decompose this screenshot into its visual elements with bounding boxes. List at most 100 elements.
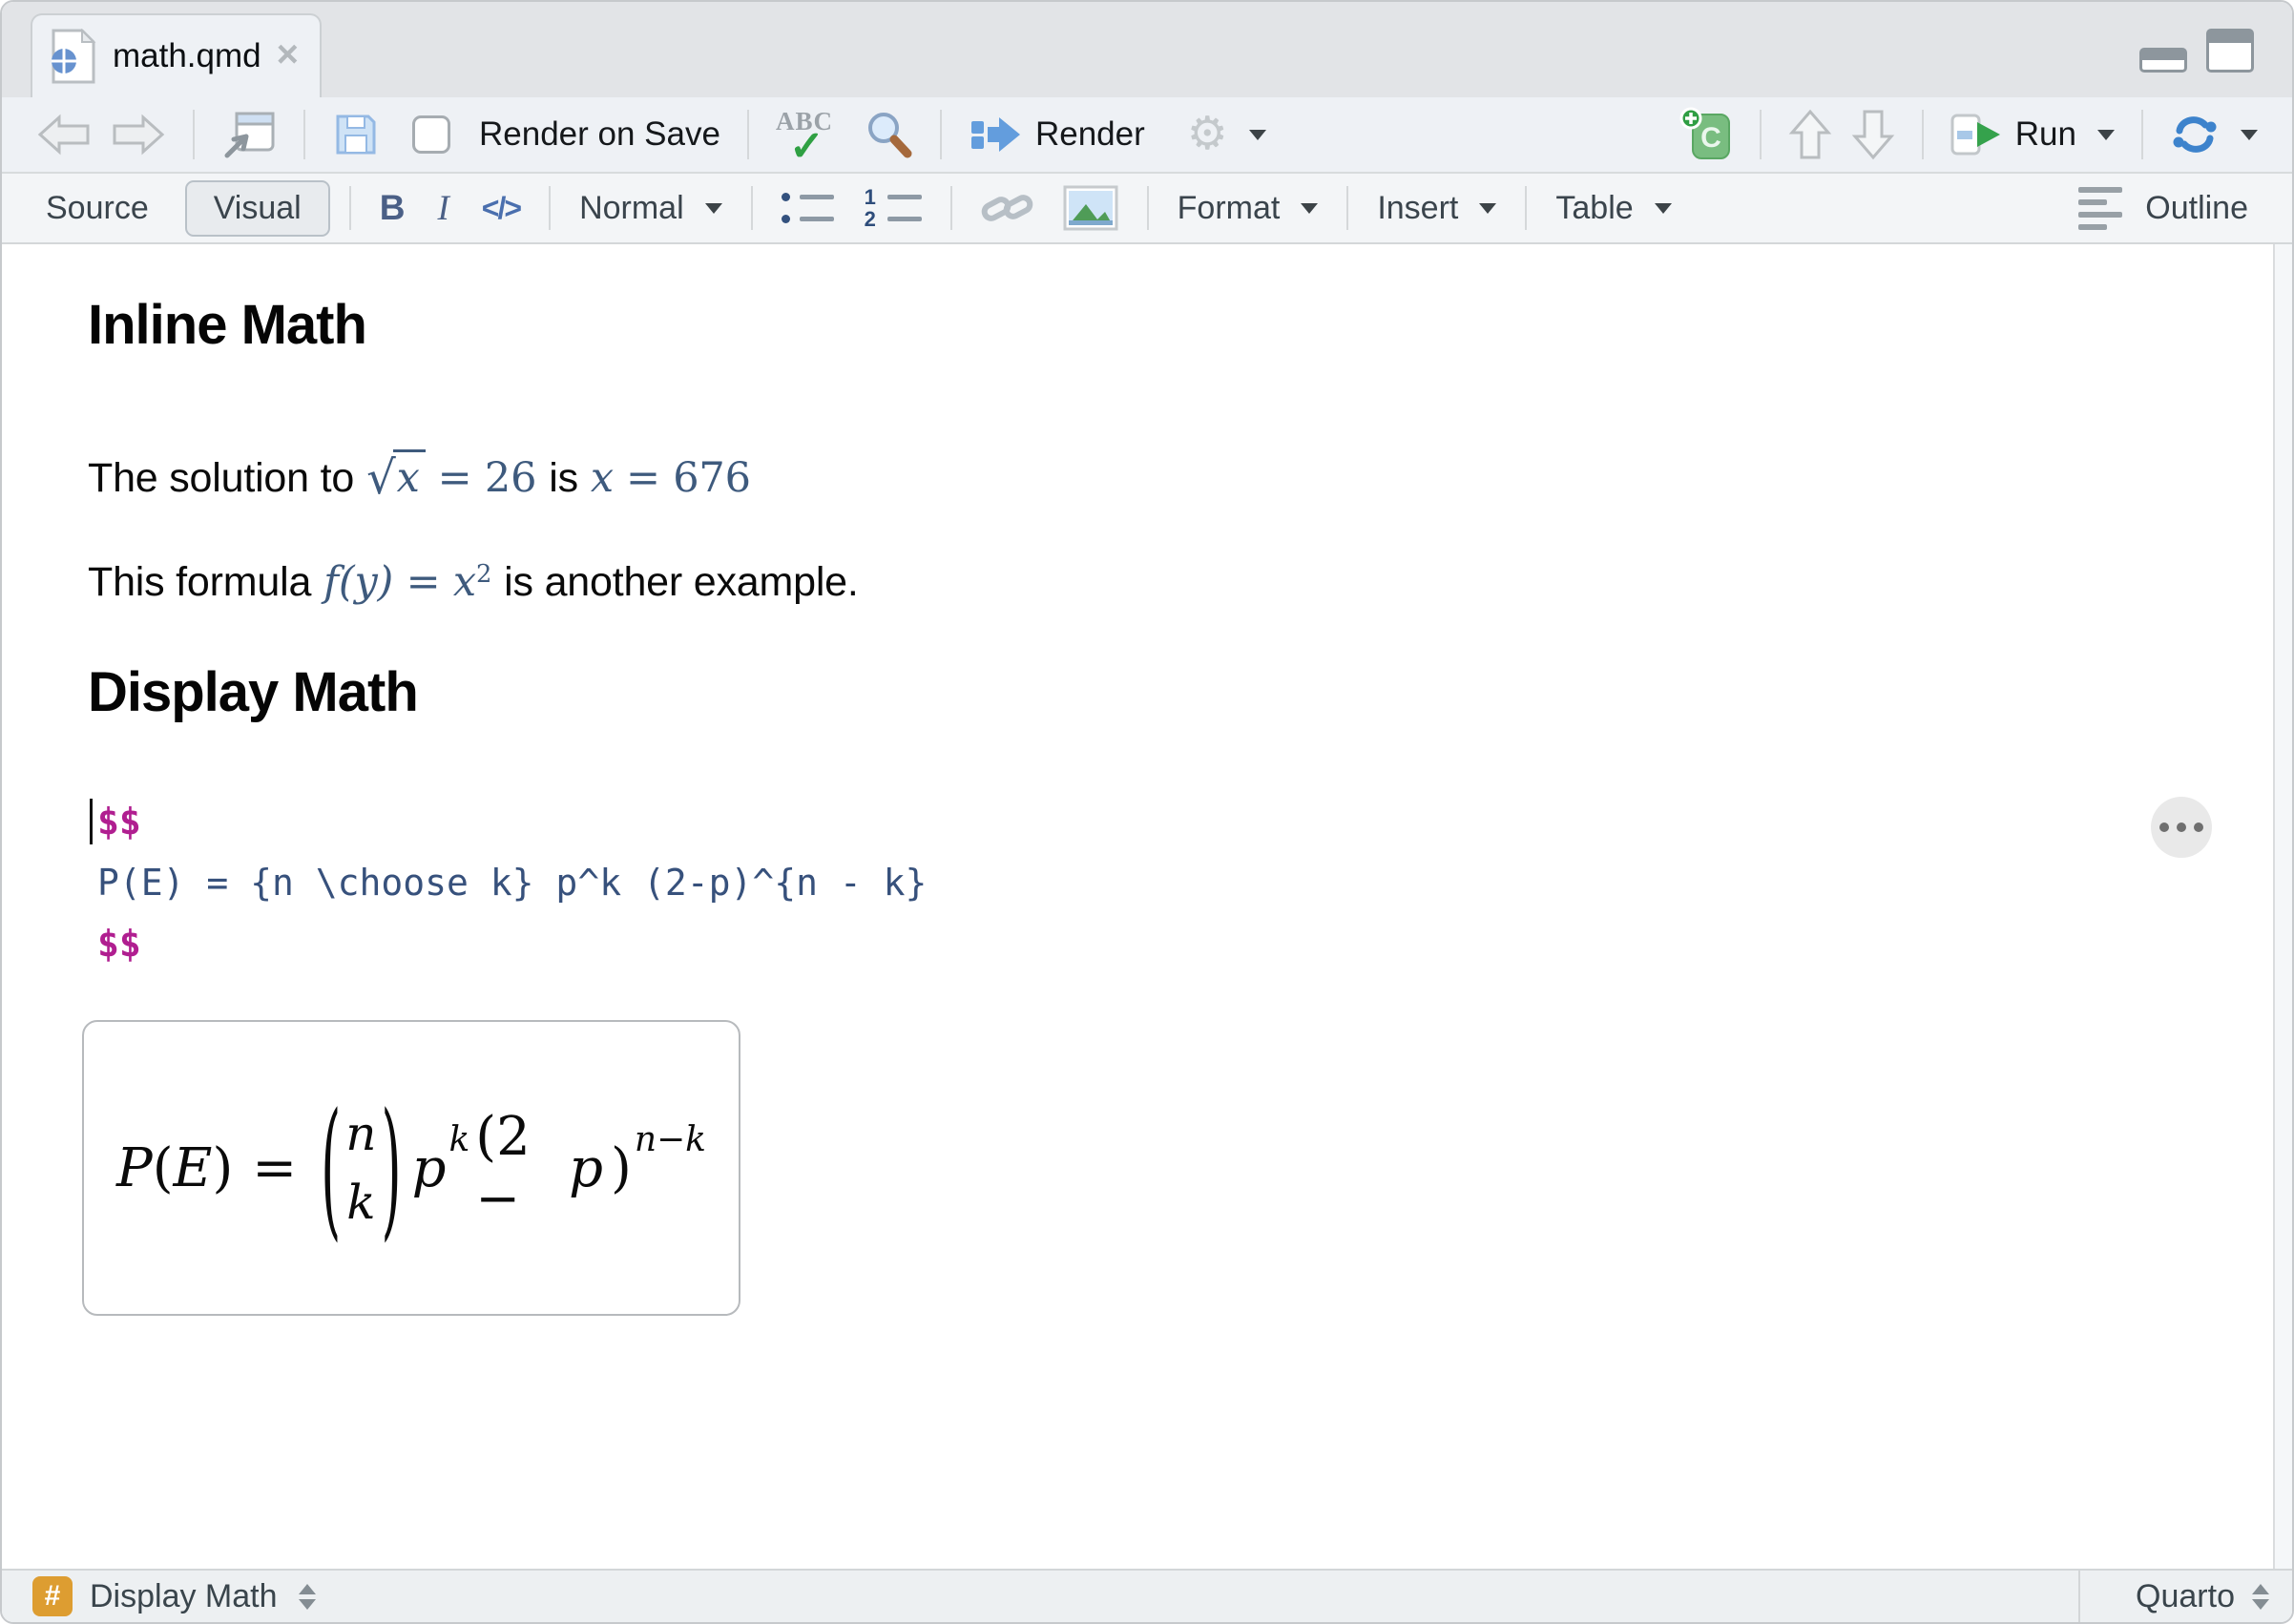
outline-icon	[2078, 186, 2123, 230]
svg-text:C: C	[1700, 122, 1721, 154]
outline-toggle-button[interactable]: Outline	[2069, 186, 2258, 230]
chevron-down-icon	[1301, 202, 1319, 214]
insert-chunk-button[interactable]: C	[1670, 107, 1742, 162]
go-previous-section-button[interactable]	[1779, 108, 1842, 161]
paragraph-inline-math-1: The solution to √x = 26 is x = 676	[88, 448, 2292, 505]
table-menu-label: Table	[1555, 189, 1634, 226]
render-label: Render	[1034, 115, 1145, 153]
italic-icon: I	[437, 188, 449, 228]
back-arrow-icon	[37, 114, 90, 156]
sync-icon	[2173, 116, 2217, 153]
popout-window-icon	[224, 112, 275, 158]
numbered-list-button[interactable]: 1 2	[855, 186, 931, 229]
chevron-down-icon	[1479, 202, 1497, 214]
current-section-label: Display Math	[90, 1577, 278, 1614]
paragraph-text: is another example.	[504, 558, 859, 605]
toolbar-separator	[1146, 186, 1149, 230]
paragraph-text: is	[549, 454, 578, 501]
heading-display-math: Display Math	[88, 660, 419, 723]
code-button[interactable]: </>	[472, 191, 530, 226]
render-on-save-toggle[interactable]: Render on Save	[403, 115, 730, 154]
status-bar: # Display Math Quarto	[2, 1569, 2292, 1622]
inline-math-result[interactable]: x = 676	[591, 454, 751, 502]
gear-icon: ⚙	[1186, 109, 1228, 159]
toolbar-separator	[746, 110, 749, 159]
visual-editor-canvas[interactable]: Inline Math The solution to √x = 26 is x = 67…	[2, 244, 2292, 1569]
spellcheck-button[interactable]: ABC ✓	[766, 107, 854, 170]
render-options-button[interactable]: ⚙	[1178, 112, 1276, 157]
heading-inline-math: Inline Math	[88, 294, 367, 356]
format-menu[interactable]: Format	[1168, 190, 1328, 227]
chevron-down-icon	[1654, 202, 1672, 214]
format-toolbar: Source Visual B I </> Normal 1 2 Format …	[2, 174, 2292, 244]
toolbar-separator	[2141, 110, 2143, 159]
toolbar-separator	[1346, 186, 1349, 230]
toolbar-separator	[1759, 110, 1762, 159]
paragraph-inline-math-2: This formula f(y) = x2 is another example.	[88, 558, 2292, 606]
inline-math-sqrt[interactable]: √x = 26	[366, 448, 536, 505]
chevron-down-icon[interactable]	[2097, 129, 2115, 140]
heading-hash-icon: #	[32, 1576, 73, 1616]
render-on-save-checkbox[interactable]	[412, 115, 450, 154]
chevron-down-icon	[1248, 129, 1266, 140]
pane-buttons	[2139, 29, 2254, 73]
binomial-stack: n k	[345, 1106, 377, 1231]
more-options-button[interactable]	[2151, 797, 2212, 858]
math-preview-panel[interactable]: P(E) = ( n k ) p k (2 − p ) n−k	[82, 1020, 740, 1317]
bold-icon: B	[379, 188, 406, 227]
bold-button[interactable]: B	[370, 188, 415, 228]
forward-button[interactable]	[101, 113, 176, 156]
image-icon	[1063, 185, 1118, 231]
section-navigator[interactable]: # Display Math	[2, 1576, 2078, 1616]
down-arrow-icon	[1851, 110, 1895, 160]
tab-math-qmd[interactable]: math.qmd ×	[31, 13, 322, 97]
insert-image-button[interactable]	[1053, 185, 1128, 231]
forward-arrow-icon	[113, 114, 165, 156]
render-on-save-label: Render on Save	[479, 115, 720, 153]
toolbar-separator	[1525, 186, 1528, 230]
ellipsis-icon	[2159, 822, 2169, 832]
insert-link-button[interactable]	[971, 186, 1044, 230]
search-icon	[867, 113, 912, 158]
maximize-pane-icon[interactable]	[2206, 29, 2254, 73]
insert-menu[interactable]: Insert	[1367, 190, 1506, 227]
toolbar-separator	[949, 186, 952, 230]
source-tools-button[interactable]	[2160, 113, 2267, 156]
numbered-list-icon: 1 2	[865, 186, 922, 229]
toolbar-separator	[750, 186, 753, 230]
table-menu[interactable]: Table	[1546, 190, 1680, 227]
render-button[interactable]: Render	[959, 114, 1155, 156]
toolbar-separator	[939, 110, 942, 159]
main-toolbar: Render on Save ABC ✓ Render ⚙ C Run	[2, 97, 2292, 174]
find-replace-button[interactable]	[854, 110, 923, 159]
chevron-down-icon[interactable]	[2241, 129, 2258, 140]
paragraph-text: The solution to	[88, 454, 355, 501]
source-mode-button[interactable]: Source	[36, 190, 158, 227]
close-icon[interactable]: ×	[277, 35, 299, 73]
math-source-line: P(E) = {n \choose k} p^k (2-p)^{n - k}	[97, 862, 928, 905]
minimize-pane-icon[interactable]	[2139, 48, 2187, 73]
run-button[interactable]: Run	[1941, 112, 2124, 157]
document-mode-selector[interactable]: Quarto	[2078, 1571, 2292, 1622]
open-in-new-window-button[interactable]	[212, 110, 286, 159]
quarto-document-icon	[52, 29, 96, 84]
run-icon	[1950, 114, 2000, 156]
paragraph-style-label: Normal	[579, 189, 684, 226]
section-updown-icon	[298, 1583, 316, 1610]
inline-math-formula[interactable]: f(y) = x2	[323, 558, 491, 606]
go-next-section-button[interactable]	[1842, 108, 1905, 161]
chevron-down-icon	[704, 202, 722, 214]
visual-mode-label: Visual	[213, 189, 302, 226]
render-icon	[970, 117, 1020, 152]
italic-button[interactable]: I	[428, 188, 458, 229]
vertical-scrollbar[interactable]	[2273, 244, 2292, 1569]
paragraph-style-dropdown[interactable]: Normal	[570, 190, 732, 227]
bullet-list-button[interactable]	[772, 191, 844, 226]
save-button[interactable]	[323, 111, 389, 158]
toolbar-separator	[1921, 110, 1924, 159]
check-icon: ✓	[788, 123, 824, 170]
back-button[interactable]	[27, 113, 101, 156]
visual-mode-button[interactable]: Visual	[184, 179, 330, 237]
display-math-source[interactable]: $$ P(E) = {n \choose k} p^k (2-p)^{n - k…	[90, 791, 2292, 974]
spellcheck-icon: ABC ✓	[775, 107, 833, 170]
